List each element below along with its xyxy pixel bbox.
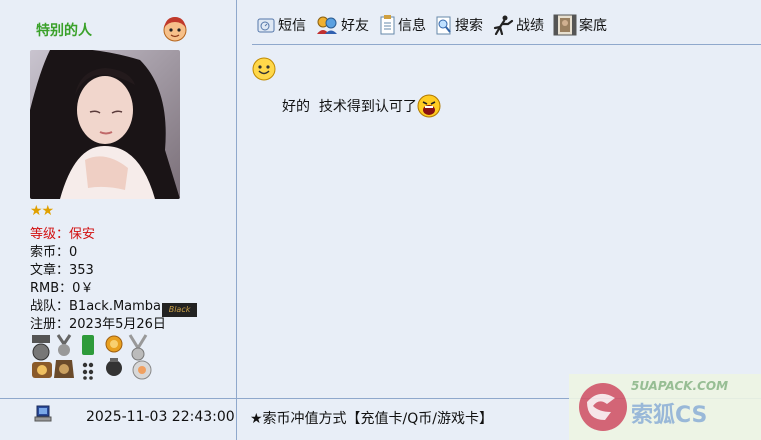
toolbar-friends[interactable]: 好友 (315, 15, 369, 35)
toolbar-message-label: 短信 (278, 18, 306, 34)
author-team-text: 战队：B1ack.Mamba (30, 299, 162, 314)
author-coins: 索币：0 (30, 245, 78, 260)
team-badge-icon: Black (162, 303, 198, 317)
medal-1-icon (32, 335, 52, 378)
profile-photo (30, 50, 180, 199)
svg-text:5UAPACK.COM: 5UAPACK.COM (631, 379, 728, 393)
toolbar-message[interactable]: 短信 (256, 15, 306, 35)
toolbar-friends-label: 好友 (341, 18, 369, 34)
author-panel: 特别的人 ★★ 等级：保安 索币：0 文章：353 RMB：0￥ 战队：B1ac… (0, 0, 237, 398)
search-icon (436, 16, 451, 35)
post-panel: 短信 好友 信息 搜索 战绩 案底 好的 技术得到认可了 (238, 0, 761, 398)
author-signature: ★索币冲值方式【充值卡/Q币/游戏卡】 (250, 411, 494, 427)
medals-icon (32, 334, 152, 380)
author-team: 战队：B1ack.Mamba Black (30, 298, 198, 317)
medal-5-icon (128, 334, 152, 380)
post-body-text: 好的 技术得到认可了 (282, 99, 417, 115)
case-icon (553, 14, 577, 36)
site-watermark-logo: 5UAPACK.COM 索狐CS (569, 374, 761, 440)
computer-icon (34, 405, 52, 422)
friends-icon (317, 16, 337, 34)
medal-2-icon (54, 334, 74, 378)
toolbar-record-label: 战绩 (516, 18, 544, 34)
rank-stars: ★★ (30, 203, 54, 219)
post-body: 好的 技术得到认可了 (282, 94, 441, 118)
medal-4-icon (105, 335, 123, 376)
smiley-icon (252, 57, 276, 81)
toolbar-info[interactable]: 信息 (378, 15, 426, 35)
user-avatar-icon (163, 17, 187, 42)
post-toolbar: 短信 好友 信息 搜索 战绩 案底 (256, 12, 607, 38)
author-name[interactable]: 特别的人 (36, 20, 92, 40)
post-timestamp: 2025-11-03 22:43:00 (86, 409, 235, 425)
record-icon (493, 15, 514, 35)
toolbar-case[interactable]: 案底 (553, 14, 607, 36)
toolbar-search[interactable]: 搜索 (435, 15, 483, 35)
author-rank: 等级：保安 (30, 227, 96, 242)
toolbar-case-label: 案底 (579, 18, 607, 34)
info-icon (380, 15, 395, 35)
author-posts: 文章：353 (30, 263, 94, 278)
toolbar-search-label: 搜索 (455, 18, 483, 34)
author-registered: 注册：2023年5月26日 (30, 317, 166, 332)
toolbar-divider (252, 44, 761, 45)
medal-3-icon (82, 335, 94, 380)
message-icon (257, 18, 275, 33)
toolbar-record[interactable]: 战绩 (492, 15, 544, 35)
toolbar-info-label: 信息 (398, 18, 426, 34)
author-rmb: RMB：0￥ (30, 281, 94, 296)
laughing-emoji-icon (417, 94, 441, 118)
svg-text:索狐CS: 索狐CS (631, 402, 707, 428)
